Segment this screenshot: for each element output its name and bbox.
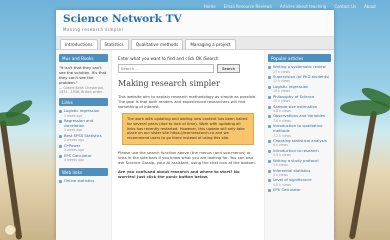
item-meta: 5.5 k views: [273, 153, 291, 158]
list-item[interactable]: Regression and correlation: [59, 118, 108, 128]
bullet-icon: [268, 189, 271, 193]
list-item[interactable]: Online statistics: [59, 179, 108, 184]
search-input[interactable]: [118, 64, 214, 73]
bullet-icon: [59, 120, 62, 124]
item-meta: 3 weeks ago: [64, 148, 85, 153]
links-box-title: Links: [59, 98, 108, 107]
page-title: Making research simpler: [118, 79, 220, 88]
intro-paragraph: This website aim to explain research met…: [118, 94, 257, 109]
nav-tab-introductions[interactable]: Introductions: [60, 39, 98, 49]
bullet-icon: [268, 139, 271, 143]
bullet-icon: [268, 105, 271, 109]
toplink-home[interactable]: Home: [204, 4, 216, 9]
item-meta: 7.2 k views: [273, 133, 291, 138]
bullet-icon: [59, 144, 62, 148]
right-sidebar: Popular articles Writing a systematic re…: [264, 50, 334, 240]
toplink-contact[interactable]: Contact Us: [334, 4, 356, 9]
notice-box: The work with updating and adding new co…: [122, 113, 254, 145]
toplink-articles[interactable]: Articles about teaching: [280, 4, 326, 9]
item-meta: 10 k views: [273, 99, 290, 104]
nav-tab-statistics[interactable]: Statistics: [99, 39, 129, 49]
bullet-icon: [59, 180, 62, 184]
bullet-icon: [59, 154, 62, 158]
accessibility-icon[interactable]: [4, 224, 16, 236]
popular-box-title: Popular articles: [268, 54, 331, 62]
bullet-icon: [268, 115, 271, 119]
search-button[interactable]: Search: [217, 64, 241, 73]
weblinks-box-title: Web links: [59, 168, 108, 177]
nav-tab-managing[interactable]: Managing a project: [185, 39, 236, 49]
main-nav: Introductions Statistics Qualitative met…: [56, 36, 334, 50]
site-subtitle: Making research simpler: [63, 27, 124, 32]
item-meta: 4 weeks ago: [64, 158, 85, 163]
toplink-reviews[interactable]: Email Resource Reviews: [224, 4, 272, 9]
item-meta: 10 k views: [273, 89, 290, 94]
bullet-icon: [59, 134, 62, 138]
bullet-icon: [268, 169, 271, 173]
bullet-icon: [268, 66, 271, 69]
item-meta: 6 k views: [273, 143, 288, 148]
item-meta: 23 k views: [273, 69, 290, 74]
bullet-icon: [268, 149, 271, 153]
bullet-icon: [268, 95, 271, 99]
list-item[interactable]: Writing a systematic review: [268, 64, 331, 70]
quote-text: "It isn't that they can't see the soluti…: [59, 65, 107, 85]
search-intro: Enter what you want to find and click OK…: [118, 56, 219, 61]
search-bar: Search: [118, 64, 258, 73]
list-item[interactable]: Introduction to qualitative methods: [268, 123, 331, 133]
cta-paragraph: Are you confused about research and wher…: [118, 168, 240, 179]
page-container: Science Network TV Making research simpl…: [56, 10, 334, 240]
top-links: Home Email Resource Reviews Articles abo…: [204, 4, 376, 9]
bullet-icon: [268, 179, 271, 183]
bullet-icon: [59, 110, 62, 114]
left-list: Logistic regression 1 week ago Regressio…: [59, 109, 108, 162]
main-content: Enter what you want to find and click OK…: [112, 50, 264, 240]
help-paragraph: Please use the search function above (th…: [118, 149, 256, 165]
list-item[interactable]: EPV Calculator: [268, 188, 331, 193]
bullet-icon: [268, 85, 271, 89]
nav-tab-qualitative[interactable]: Qualitative methods: [130, 39, 184, 49]
popular-list: Writing a systematic review 23 k views S…: [268, 64, 331, 193]
toplink-about[interactable]: About: [364, 4, 376, 9]
quote-author: — Gilbert Keith Chesterton, 1874 - 1936,…: [59, 86, 105, 95]
bullet-icon: [268, 75, 271, 79]
left-sidebar: Mus and Books "It isn't that they can't …: [56, 50, 112, 240]
item-meta: 12 k views: [273, 79, 290, 84]
site-title[interactable]: Science Network TV: [63, 14, 327, 25]
item-meta: 2 weeks ago: [64, 138, 85, 143]
item-meta: 5 k views: [273, 163, 288, 168]
quotes-box-title: Mus and Books: [59, 54, 108, 62]
site-header: Science Network TV Making research simpl…: [56, 10, 334, 36]
bullet-icon: [268, 125, 271, 129]
bullet-icon: [268, 159, 271, 163]
item-meta: 1 week ago: [64, 128, 83, 133]
